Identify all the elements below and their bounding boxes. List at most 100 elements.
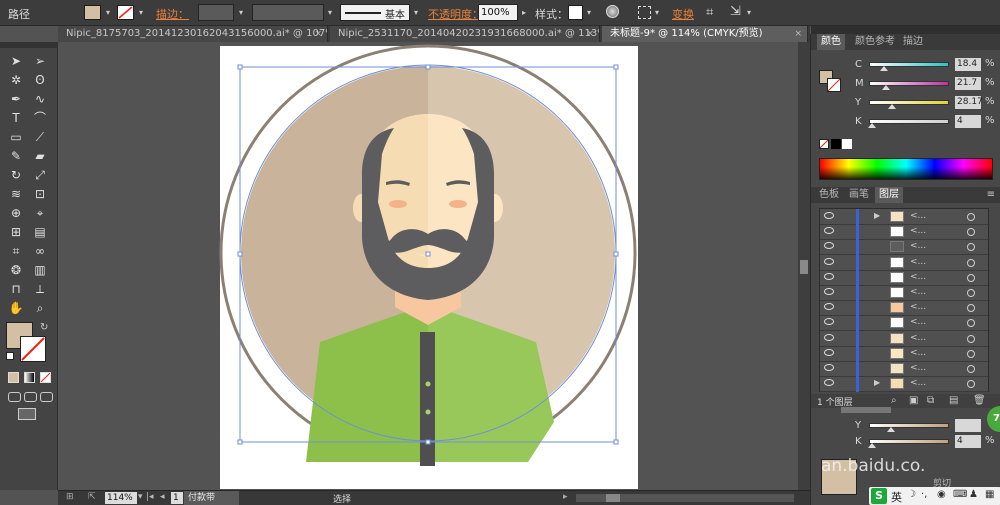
slider-knob[interactable] [879,66,888,71]
fill-dropdown-icon[interactable]: ▾ [102,4,114,21]
variable-width-dropdown-icon[interactable]: ▾ [324,4,336,21]
layer-row[interactable]: <... [820,330,990,347]
stroke-color-box[interactable] [20,336,46,362]
layer-name[interactable]: <... [910,272,926,282]
selection-handle[interactable] [425,251,431,257]
horizontal-scroll-thumb[interactable] [606,494,620,502]
voice-icon[interactable]: ◉ [937,489,946,500]
target-circle-icon[interactable] [967,258,975,267]
tab-document-active[interactable]: 未标题-9* @ 114% (CMYK/预览) × [602,26,808,42]
target-circle-icon[interactable] [967,304,975,313]
align-dropdown-icon[interactable]: ▾ [651,4,663,21]
scale-icon[interactable]: ⤢ [30,166,50,184]
warp-icon[interactable]: ≋ [6,185,26,203]
visibility-eye-icon[interactable] [824,318,834,326]
black-swatch[interactable] [831,139,841,149]
curvature-icon[interactable]: ∿ [30,90,50,108]
none-swatch[interactable] [819,139,829,149]
status-arrow-icon[interactable]: ▸ [563,492,568,502]
target-circle-icon[interactable] [967,365,975,373]
channel-value-input[interactable]: 18.4 [955,58,981,71]
layer-name[interactable]: <... [910,241,926,251]
color-spectrum-bar[interactable] [819,158,993,180]
free-transform-icon[interactable]: ⊡ [30,185,50,203]
visibility-eye-icon[interactable] [824,212,834,219]
visibility-eye-icon[interactable] [824,333,834,341]
visibility-eye-icon[interactable] [824,272,834,280]
layer-name[interactable]: <... [910,211,926,221]
expand-arrow-icon[interactable]: ▶ [874,378,880,387]
target-circle-icon[interactable] [967,273,975,282]
default-colors-icon[interactable] [6,352,14,360]
user-icon[interactable]: ♟ [969,489,978,500]
slider-track[interactable] [869,439,949,444]
layers-list[interactable]: ▶ <... <... <... <... <... <... <... <... <... <..… [819,208,990,393]
slider-knob[interactable] [887,427,896,432]
target-circle-icon[interactable] [967,349,975,358]
slider-track[interactable] [869,119,949,124]
tab-brushes[interactable]: 画笔 [845,187,873,203]
target-circle-icon[interactable] [967,243,975,252]
tab-document-1[interactable]: Nipic_8175703_20141230162043156000.ai* @… [58,26,328,42]
layer-name[interactable]: <... [910,317,926,327]
layer-name[interactable]: <... [910,378,926,388]
notification-badge[interactable]: 70 [987,406,1000,432]
eyedropper-icon[interactable]: ⌗ [6,242,26,260]
artboard-nav-icon[interactable]: ⊞ [66,492,74,502]
scroll-thumb[interactable] [800,260,808,274]
tab-color-guide[interactable]: 颜色参考 [851,34,899,50]
brush-definition-field[interactable]: 基本 [340,4,410,21]
zoom-dropdown-icon[interactable]: ▾ [138,492,143,502]
slider-knob[interactable] [868,443,877,448]
delete-layer-icon[interactable]: 🗑 [973,395,986,406]
swap-colors-icon[interactable]: ↻ [40,322,48,333]
visibility-eye-icon[interactable] [824,242,834,250]
layer-row[interactable]: ▶ <... [820,209,990,225]
pencil-icon[interactable]: ✎ [6,147,26,165]
opacity-input[interactable]: 100% [478,4,518,21]
layer-row[interactable]: <... [820,300,990,317]
visibility-eye-icon[interactable] [824,379,834,387]
close-icon[interactable]: × [794,26,802,42]
layer-name[interactable]: <... [910,302,926,312]
type-icon[interactable]: T [6,109,26,127]
visibility-eye-icon[interactable] [824,348,834,356]
selection-handle[interactable] [425,439,431,445]
tab-document-2[interactable]: Nipic_2531170_20140420231931668000.ai* @… [330,26,600,42]
stroke-weight-field[interactable] [198,4,234,21]
moon-icon[interactable]: ☽ [907,489,916,500]
none-mode-icon[interactable] [40,372,51,383]
tab-stroke[interactable]: 描边 [899,34,927,50]
stroke-label[interactable]: 描边： [156,6,189,22]
layer-row[interactable]: <... [820,315,990,332]
target-circle-icon[interactable] [967,319,975,328]
graph-icon[interactable]: ▥ [30,261,50,279]
layer-name[interactable]: <... [910,348,926,358]
zoom-icon[interactable]: ⌕ [30,299,50,317]
transform-link[interactable]: 变换 [672,6,694,22]
style-swatch[interactable] [568,5,583,20]
tab-color[interactable]: 颜色 [817,34,845,50]
toolbox-icon[interactable]: ▦ [985,489,994,500]
zoom-field[interactable]: 114% [105,492,137,504]
first-page-icon[interactable]: |◂ [146,492,154,502]
gradient-mode-icon[interactable] [24,372,35,383]
selection-handle[interactable] [613,64,619,70]
canvas-vertical-scrollbar[interactable] [798,42,810,490]
layer-row[interactable]: <... [820,269,990,286]
close-icon[interactable]: × [314,26,322,42]
layer-row[interactable]: ▶ <... [820,376,990,393]
new-layer-icon[interactable]: ▤ [949,395,958,406]
variable-width-field[interactable] [252,4,324,21]
layer-row[interactable]: <... [820,345,990,362]
style-dropdown-icon[interactable]: ▾ [583,4,595,21]
layer-name[interactable]: <... [910,333,926,343]
eraser-icon[interactable]: ▰ [30,147,50,165]
shape-builder-icon[interactable]: ⊕ [6,204,26,222]
selection-handle[interactable] [613,439,619,445]
punctuation-icon[interactable]: ·, [921,489,927,500]
channel-value-input[interactable] [955,419,981,432]
stroke-swatch[interactable] [117,5,134,20]
page-field[interactable]: 1 [171,492,183,504]
target-circle-icon[interactable] [967,380,975,389]
